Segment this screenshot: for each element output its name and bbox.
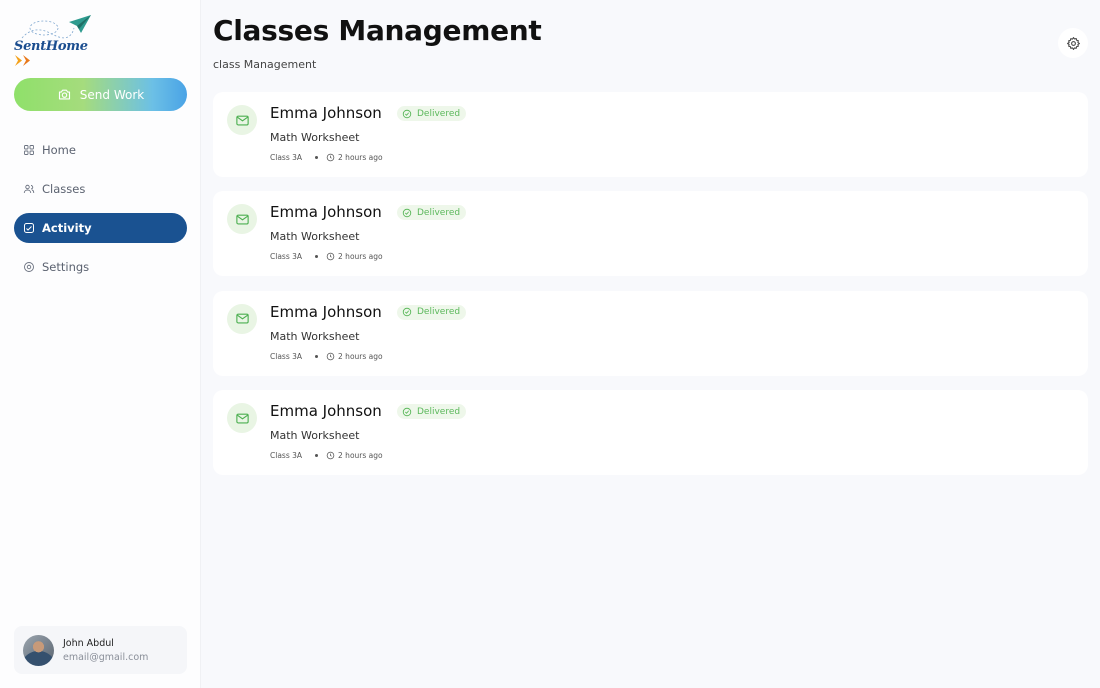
settings-button[interactable] xyxy=(1058,28,1088,58)
mail-icon-wrapper xyxy=(227,105,257,135)
main-content: Classes Management class Management Emma… xyxy=(201,0,1100,688)
time-label: 2 hours ago xyxy=(338,351,383,361)
activity-card[interactable]: Emma Johnson Delivered Math Worksheet Cl… xyxy=(213,390,1088,476)
mail-icon xyxy=(235,313,249,324)
separator-dot xyxy=(315,156,319,159)
student-name: Emma Johnson xyxy=(270,402,382,421)
student-name: Emma Johnson xyxy=(270,203,382,222)
sidebar-nav: Home Classes Activity Settings xyxy=(14,135,187,291)
user-email: email@gmail.com xyxy=(63,651,149,663)
separator-dot xyxy=(315,354,319,358)
mail-icon-wrapper xyxy=(227,403,257,434)
status-label: Delivered xyxy=(417,406,461,417)
mail-icon xyxy=(235,413,249,424)
gear-icon xyxy=(1066,36,1080,50)
mail-icon xyxy=(235,115,249,125)
status-badge: Delivered xyxy=(397,106,467,121)
sidebar-item-label: Classes xyxy=(42,182,86,196)
sidebar-item-home[interactable]: Home xyxy=(14,135,187,165)
sidebar-item-settings[interactable]: Settings xyxy=(14,252,187,282)
users-icon xyxy=(23,184,35,194)
check-circle-icon xyxy=(402,109,412,118)
activity-meta: Class 3A 2 hours ago xyxy=(270,252,383,261)
clock-icon xyxy=(326,253,335,261)
status-label: Delivered xyxy=(417,307,461,318)
time-label: 2 hours ago xyxy=(338,252,383,262)
class-label: Class 3A xyxy=(270,451,303,461)
page-subtitle: class Management xyxy=(213,58,317,71)
status-badge: Delivered xyxy=(397,304,467,320)
activity-list: Emma Johnson Delivered Math Worksheet Cl… xyxy=(213,92,1088,490)
mail-icon-wrapper xyxy=(227,204,257,235)
activity-icon xyxy=(24,223,34,233)
sent-home-logo[interactable]: SentHome xyxy=(14,14,104,66)
user-profile-card[interactable]: John Abdul email@gmail.com xyxy=(14,626,187,674)
logo-word-sent: Sent xyxy=(14,39,46,54)
document-title: Math Worksheet xyxy=(270,329,360,343)
time-label: 2 hours ago xyxy=(338,153,383,162)
sidebar-item-classes[interactable]: Classes xyxy=(14,174,187,204)
sidebar-item-label: Settings xyxy=(42,260,90,274)
double-chevron-icon xyxy=(15,55,30,66)
settings-icon xyxy=(24,262,34,272)
user-name: John Abdul xyxy=(63,637,114,649)
clock-icon xyxy=(326,153,335,162)
grid-icon xyxy=(24,145,34,155)
sidebar: SentHome Send Work Home Classes Activity… xyxy=(0,0,201,688)
check-circle-icon xyxy=(402,208,412,218)
time-label: 2 hours ago xyxy=(338,451,383,461)
status-badge: Delivered xyxy=(397,404,467,420)
class-label: Class 3A xyxy=(270,153,303,162)
camera-icon xyxy=(58,89,70,100)
activity-card[interactable]: Emma Johnson Delivered Math Worksheet Cl… xyxy=(213,191,1088,277)
activity-meta: Class 3A 2 hours ago xyxy=(270,451,383,460)
sidebar-item-label: Home xyxy=(42,143,76,157)
logo-word-home: Home xyxy=(45,39,88,54)
clock-icon xyxy=(326,352,335,361)
separator-dot xyxy=(315,255,319,259)
avatar xyxy=(23,634,54,666)
activity-card[interactable]: Emma Johnson Delivered Math Worksheet Cl… xyxy=(213,92,1088,177)
sidebar-item-activity[interactable]: Activity xyxy=(14,213,187,243)
page-title: Classes Management xyxy=(213,14,542,47)
class-label: Class 3A xyxy=(270,351,303,361)
send-work-label: Send Work xyxy=(79,87,145,102)
sidebar-item-label: Activity xyxy=(42,221,92,235)
document-title: Math Worksheet xyxy=(270,429,360,443)
mail-icon-wrapper xyxy=(227,303,257,334)
mail-icon xyxy=(235,214,249,225)
clock-icon xyxy=(326,451,335,460)
student-name: Emma Johnson xyxy=(270,104,382,122)
status-badge: Delivered xyxy=(397,205,467,221)
class-label: Class 3A xyxy=(270,252,303,262)
activity-meta: Class 3A 2 hours ago xyxy=(270,352,383,361)
status-label: Delivered xyxy=(417,108,461,119)
separator-dot xyxy=(315,454,319,458)
send-work-button[interactable]: Send Work xyxy=(14,78,187,111)
activity-card[interactable]: Emma Johnson Delivered Math Worksheet Cl… xyxy=(213,290,1088,376)
student-name: Emma Johnson xyxy=(270,302,382,321)
check-circle-icon xyxy=(402,308,412,317)
logo-wordmark: SentHome xyxy=(14,39,104,69)
document-title: Math Worksheet xyxy=(270,131,360,144)
activity-meta: Class 3A 2 hours ago xyxy=(270,153,383,162)
document-title: Math Worksheet xyxy=(270,230,360,244)
status-label: Delivered xyxy=(417,207,461,218)
check-circle-icon xyxy=(402,407,412,416)
user-info: John Abdul email@gmail.com xyxy=(63,638,148,663)
